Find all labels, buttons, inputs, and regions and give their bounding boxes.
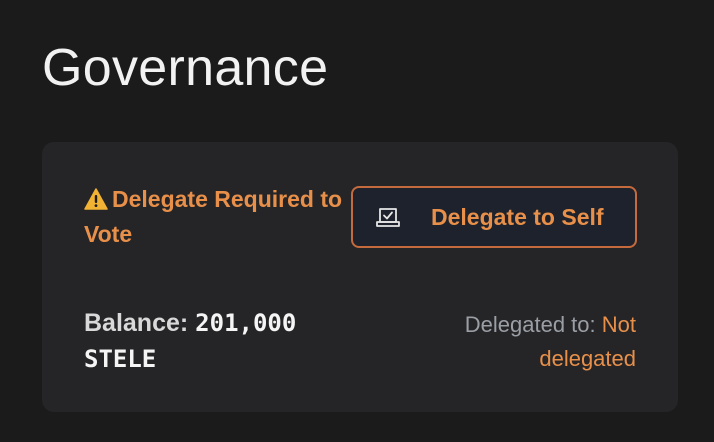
- delegate-to-self-label: Delegate to Self: [431, 203, 604, 230]
- balance-token: STELE: [84, 345, 157, 373]
- vote-box-icon: [376, 208, 400, 227]
- warning-triangle-icon: [84, 188, 108, 210]
- page: Governance Delegate Required to Vote Del…: [0, 0, 714, 442]
- page-title: Governance: [42, 39, 329, 97]
- governance-card: Delegate Required to Vote Delegate to Se…: [42, 142, 678, 412]
- balance-amount: 201,000: [195, 309, 297, 337]
- delegation-status: Delegated to: Not delegated: [396, 308, 636, 376]
- warning-text: Delegate Required to Vote: [84, 186, 343, 247]
- balance-display: Balance: 201,000 STELE: [84, 305, 344, 377]
- delegated-to-label: Delegated to:: [464, 312, 596, 337]
- balance-label: Balance:: [84, 309, 189, 337]
- delegate-required-warning: Delegate Required to Vote: [84, 182, 344, 252]
- delegate-to-self-button[interactable]: Delegate to Self: [351, 186, 637, 248]
